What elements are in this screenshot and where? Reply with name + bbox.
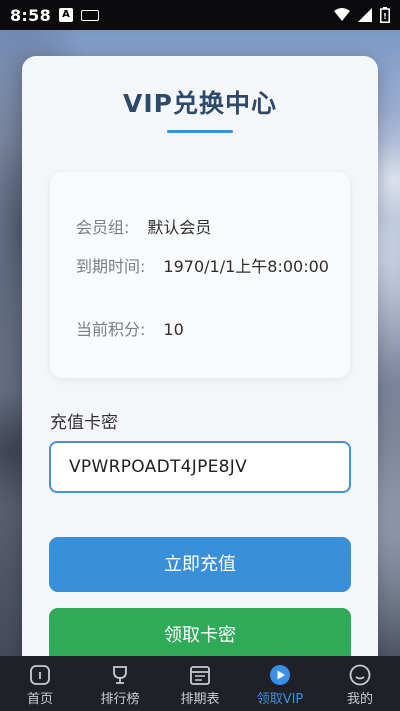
points-label: 当前积分:	[76, 320, 146, 339]
title-underline	[167, 130, 233, 133]
status-time: 8:58	[10, 5, 51, 25]
nav-label-get-vip: 领取VIP	[256, 692, 304, 707]
member-group-row: 会员组: 默认会员	[76, 214, 211, 238]
nav-label-mine: 我的	[346, 692, 373, 707]
nav-item-mine[interactable]: 我的	[320, 656, 400, 711]
signal-icon	[358, 8, 372, 22]
points-value: 10	[163, 320, 184, 339]
member-group-value: 默认会员	[147, 218, 212, 237]
nav-item-home[interactable]: 首页	[0, 656, 80, 711]
calendar-icon	[190, 666, 210, 685]
member-group-label: 会员组:	[76, 218, 130, 237]
recharge-button[interactable]: 立即充值	[49, 537, 351, 592]
smile-icon	[349, 664, 371, 686]
status-bar: 8:58 A !	[0, 0, 400, 30]
member-info-box: 会员组: 默认会员 到期时间: 1970/1/1上午8:00:00 当前积分: 10	[50, 172, 350, 378]
battery-icon: !	[380, 7, 390, 23]
nav-item-get-vip[interactable]: 领取VIP	[240, 656, 320, 711]
nav-item-ranking[interactable]: 排行榜	[80, 656, 160, 711]
expire-time-value: 1970/1/1上午8:00:00	[163, 257, 329, 276]
points-row: 当前积分: 10	[76, 316, 184, 340]
home-icon	[30, 665, 50, 685]
card-key-label: 充值卡密	[50, 413, 118, 433]
keyboard-icon	[81, 9, 99, 21]
wifi-icon	[334, 8, 350, 21]
nav-label-schedule: 排期表	[180, 692, 220, 707]
page-title: VIP兑换中心	[123, 89, 277, 118]
nav-label-ranking: 排行榜	[100, 692, 140, 707]
expire-time-label: 到期时间:	[76, 257, 146, 276]
get-card-key-button[interactable]: 领取卡密	[49, 608, 351, 663]
nav-label-home: 首页	[26, 692, 53, 707]
svg-text:!: !	[383, 12, 387, 21]
play-circle-icon	[270, 665, 290, 685]
card-key-input[interactable]: VPWRPOADT4JPE8JV	[49, 441, 351, 493]
bottom-navigation: 首页 排行榜 排期表 领取VIP 我的	[0, 656, 400, 711]
notification-a-icon: A	[59, 8, 73, 22]
expire-time-row: 到期时间: 1970/1/1上午8:00:00	[76, 254, 336, 279]
vip-redeem-card: VIP兑换中心 会员组: 默认会员 到期时间: 1970/1/1上午8:00:00 …	[22, 56, 378, 676]
nav-item-schedule[interactable]: 排期表	[160, 656, 240, 711]
trophy-icon	[113, 666, 127, 684]
